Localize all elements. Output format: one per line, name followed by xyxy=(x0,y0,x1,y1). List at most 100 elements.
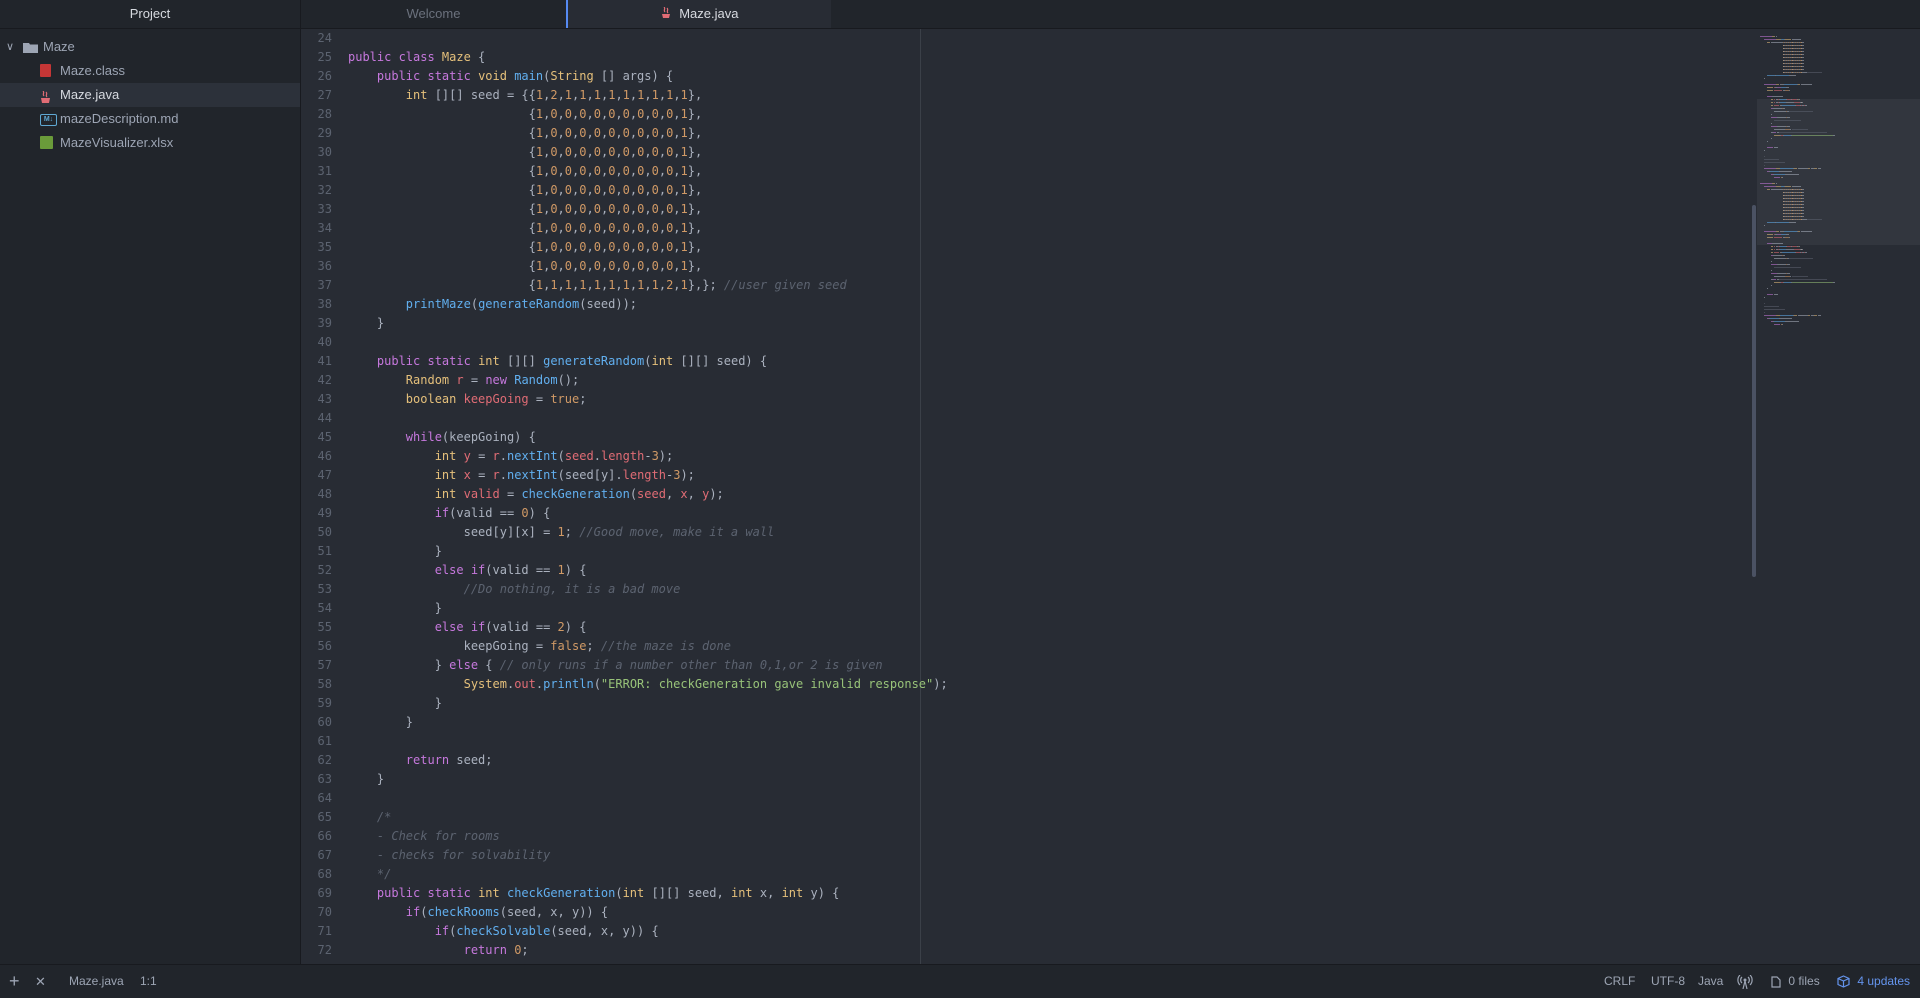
code-token: 1 xyxy=(680,164,688,178)
code-line[interactable]: {1,0,0,0,0,0,0,0,0,0,1}, xyxy=(348,124,948,143)
code-line[interactable]: } xyxy=(348,599,948,618)
tree-file-item[interactable]: MazeVisualizer.xlsx xyxy=(0,131,300,155)
code-line[interactable]: {1,0,0,0,0,0,0,0,0,0,1}, xyxy=(348,238,948,257)
code-line[interactable]: */ xyxy=(348,865,948,884)
code-line[interactable]: } xyxy=(348,694,948,713)
tree-file-item[interactable]: Maze.java xyxy=(0,83,300,107)
code-line[interactable] xyxy=(348,732,948,751)
code-line[interactable] xyxy=(348,29,948,48)
code-token: , xyxy=(644,259,652,273)
minimap[interactable] xyxy=(1752,29,1920,964)
broadcast-icon[interactable] xyxy=(1737,974,1753,990)
code-token: (seed, x, y)) { xyxy=(499,905,609,919)
line-number: 36 xyxy=(317,259,332,273)
code-line[interactable]: else if(valid == 2) { xyxy=(348,618,948,637)
minimap-line xyxy=(1802,201,1805,202)
code-line[interactable]: {1,0,0,0,0,0,0,0,0,0,1}, xyxy=(348,181,948,200)
github-files-button[interactable]: 0 files xyxy=(1771,965,1820,998)
line-number: 29 xyxy=(317,126,332,140)
line-number-gutter[interactable]: 24 25 26 27 28 29 30 31 32 33 34 35 36 37 38 39 40 41 42 43… xyxy=(301,29,341,960)
code-token: 0 xyxy=(651,107,659,121)
code-line[interactable]: int x = r.nextInt(seed[y].length-3); xyxy=(348,466,948,485)
tab-welcome[interactable]: Welcome xyxy=(301,0,566,28)
encoding-selector[interactable]: UTF-8 xyxy=(1651,965,1685,998)
minimap-line xyxy=(1802,204,1805,205)
code-token: 1 xyxy=(535,164,544,178)
code-line[interactable]: return 0; xyxy=(348,941,948,960)
status-file-name[interactable]: Maze.java xyxy=(69,965,124,998)
code-line[interactable]: - Check for rooms xyxy=(348,827,948,846)
close-icon[interactable]: ✕ xyxy=(35,965,46,998)
code-line[interactable]: {1,0,0,0,0,0,0,0,0,0,1}, xyxy=(348,162,948,181)
code-token: int xyxy=(434,449,457,463)
minimap-line xyxy=(1832,282,1835,283)
code-line[interactable]: } else { // only runs if a number other … xyxy=(348,656,948,675)
cursor-position[interactable]: 1:1 xyxy=(140,965,157,998)
code-line[interactable]: } xyxy=(348,713,948,732)
code-line[interactable]: printMaze(generateRandom(seed)); xyxy=(348,295,948,314)
minimap-line xyxy=(1770,270,1772,271)
code-editor[interactable]: 24 25 26 27 28 29 30 31 32 33 34 35 36 37 38 39 40 41 42 43… xyxy=(301,29,1751,964)
line-ending-selector[interactable]: CRLF xyxy=(1604,965,1635,998)
code-line[interactable]: boolean keepGoing = true; xyxy=(348,390,948,409)
code-line[interactable]: //Do nothing, it is a bad move xyxy=(348,580,948,599)
code-line[interactable]: {1,0,0,0,0,0,0,0,0,0,1}, xyxy=(348,143,948,162)
code-token: Random xyxy=(514,373,558,387)
code-token: 0 xyxy=(622,240,630,254)
code-line[interactable]: System.out.println("ERROR: checkGenerati… xyxy=(348,675,948,694)
code-line[interactable]: - checks for solvability xyxy=(348,846,948,865)
code-line[interactable]: {1,0,0,0,0,0,0,0,0,0,1}, xyxy=(348,219,948,238)
code-line[interactable]: {1,0,0,0,0,0,0,0,0,0,1}, xyxy=(348,257,948,276)
code-token: . xyxy=(593,449,601,463)
code-line[interactable]: } xyxy=(348,542,948,561)
code-area[interactable]: public class Maze { public static void m… xyxy=(348,29,948,960)
editor-scrollbar-thumb[interactable] xyxy=(1752,205,1756,577)
updates-button[interactable]: 4 updates xyxy=(1837,965,1910,998)
code-line[interactable]: public static void main(String [] args) … xyxy=(348,67,948,86)
code-line[interactable]: if(checkRooms(seed, x, y)) { xyxy=(348,903,948,922)
code-line[interactable]: else if(valid == 1) { xyxy=(348,561,948,580)
code-line[interactable]: while(keepGoing) { xyxy=(348,428,948,447)
code-token: (keepGoing) { xyxy=(441,430,536,444)
code-line[interactable]: if(checkSolvable(seed, x, y)) { xyxy=(348,922,948,941)
code-line[interactable]: return seed; xyxy=(348,751,948,770)
code-token: nextInt xyxy=(507,468,558,482)
minimap-line xyxy=(1763,315,1777,316)
code-line[interactable]: int y = r.nextInt(seed.length-3); xyxy=(348,447,948,466)
code-line[interactable]: {1,1,1,1,1,1,1,1,1,2,1},}; //user given … xyxy=(348,276,948,295)
code-line[interactable]: /* xyxy=(348,808,948,827)
code-line[interactable]: keepGoing = false; //the maze is done xyxy=(348,637,948,656)
code-line[interactable]: } xyxy=(348,770,948,789)
code-line[interactable]: if(valid == 0) { xyxy=(348,504,948,523)
grammar-selector[interactable]: Java xyxy=(1698,965,1723,998)
tab-maze-java[interactable]: Maze.java xyxy=(566,0,831,28)
code-line[interactable] xyxy=(348,789,948,808)
code-line[interactable]: int [][] seed = {{1,2,1,1,1,1,1,1,1,1,1}… xyxy=(348,86,948,105)
code-line[interactable]: seed[y][x] = 1; //Good move, make it a w… xyxy=(348,523,948,542)
code-token: 0 xyxy=(651,126,659,140)
code-line[interactable]: public class Maze { xyxy=(348,48,948,67)
code-token: } xyxy=(348,715,414,729)
tree-view: Project ∨ Maze Maze.class Maze.java M↓ maze… xyxy=(0,0,301,964)
code-line[interactable] xyxy=(348,409,948,428)
code-token: checkRooms xyxy=(427,905,500,919)
code-line[interactable]: } xyxy=(348,314,948,333)
code-line[interactable] xyxy=(348,333,948,352)
code-line[interactable]: Random r = new Random(); xyxy=(348,371,948,390)
add-icon[interactable]: + xyxy=(9,965,20,998)
code-line[interactable]: public static int checkGeneration(int []… xyxy=(348,884,948,903)
code-token: 0 xyxy=(564,202,573,216)
tree-root-maze-folder[interactable]: ∨ Maze xyxy=(0,35,300,59)
code-token: }, xyxy=(687,164,703,178)
chevron-down-icon[interactable]: ∨ xyxy=(6,35,14,59)
tree-file-item[interactable]: Maze.class xyxy=(0,59,300,83)
minimap-line xyxy=(1801,102,1804,103)
minimap-line xyxy=(1771,183,1776,184)
tree-file-item[interactable]: M↓ mazeDescription.md xyxy=(0,107,300,131)
minimap-line xyxy=(1797,168,1808,169)
code-line[interactable]: public static int [][] generateRandom(in… xyxy=(348,352,948,371)
code-line[interactable]: int valid = checkGeneration(seed, x, y); xyxy=(348,485,948,504)
code-line[interactable]: {1,0,0,0,0,0,0,0,0,0,1}, xyxy=(348,105,948,124)
code-line[interactable]: {1,0,0,0,0,0,0,0,0,0,1}, xyxy=(348,200,948,219)
